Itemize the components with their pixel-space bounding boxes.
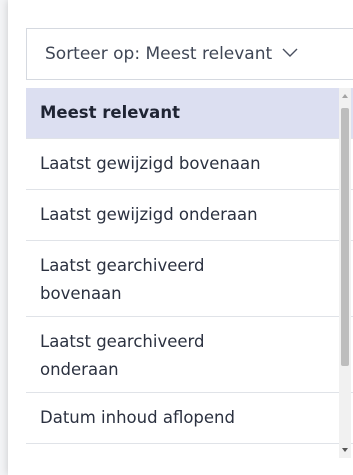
sort-option-label: Laatst gearchiveerd onderaan — [40, 331, 205, 379]
triangle-down-icon[interactable] — [339, 444, 351, 456]
sort-dropdown-button[interactable]: Sorteer op: Meest relevant — [26, 28, 353, 80]
triangle-up-icon[interactable] — [339, 90, 351, 102]
sort-option-laatst-gewijzigd-bovenaan[interactable]: Laatst gewijzigd bovenaan — [26, 139, 353, 190]
sort-option-laatst-gewijzigd-onderaan[interactable]: Laatst gewijzigd onderaan — [26, 190, 353, 241]
list-scrollbar[interactable] — [339, 88, 351, 458]
sort-options-list: Meest relevant Laatst gewijzigd bovenaan… — [26, 88, 353, 458]
sort-option-datum-inhoud-aflopend[interactable]: Datum inhoud aflopend — [26, 393, 353, 444]
sort-option-meest-relevant[interactable]: Meest relevant — [26, 88, 353, 139]
sort-option-label: Datum inhoud aflopend — [40, 408, 235, 427]
sort-button-label: Sorteer op: Meest relevant — [45, 44, 273, 64]
sort-option-label: Laatst gearchiveerd bovenaan — [40, 255, 205, 303]
sort-option-laatst-gearchiveerd-onderaan[interactable]: Laatst gearchiveerd onderaan — [26, 317, 353, 393]
sort-option-label: Laatst gewijzigd bovenaan — [40, 154, 261, 173]
sort-option-laatst-gearchiveerd-bovenaan[interactable]: Laatst gearchiveerd bovenaan — [26, 241, 353, 317]
chevron-down-icon — [282, 48, 298, 57]
sort-option-label: Meest relevant — [40, 103, 180, 122]
sort-dropdown-panel: Sorteer op: Meest relevant Meest relevan… — [8, 0, 353, 475]
scrollbar-thumb[interactable] — [341, 108, 349, 366]
sort-option-label: Laatst gewijzigd onderaan — [40, 205, 258, 224]
